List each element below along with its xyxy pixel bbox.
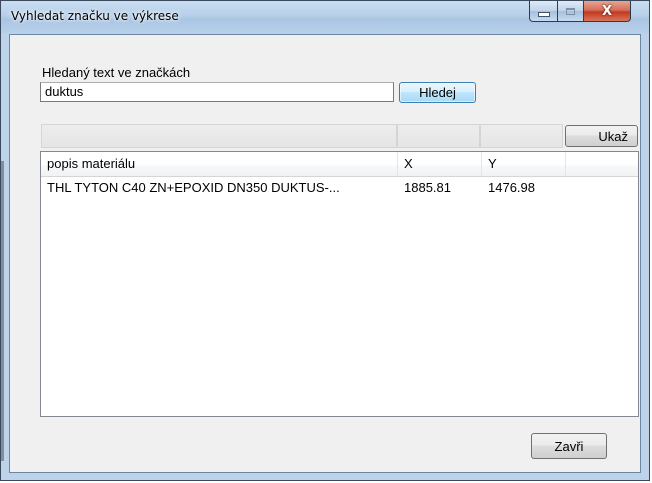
close-icon: X (601, 3, 613, 19)
column-header-filler (566, 152, 638, 176)
column-header-x[interactable]: X (398, 152, 482, 176)
search-label: Hledaný text ve značkách (42, 65, 191, 80)
results-header: popis materiálu X Y (41, 152, 638, 177)
row-description: THL TYTON C40 ZN+EPOXID DN350 DUKTUS-... (47, 180, 340, 195)
window-title: Vyhledat značku ve výkrese (11, 9, 179, 23)
show-button[interactable]: Ukaž (565, 125, 638, 147)
minimize-icon (537, 11, 550, 17)
column-header-description[interactable]: popis materiálu (41, 152, 398, 176)
filter-cell-description[interactable] (41, 124, 397, 148)
column-filter-row (41, 124, 563, 148)
minimize-button[interactable] (529, 1, 558, 22)
filter-cell-y[interactable] (480, 124, 563, 148)
row-x: 1885.81 (404, 180, 451, 195)
search-button[interactable]: Hledej (399, 82, 476, 103)
row-y: 1476.98 (488, 180, 535, 195)
filter-cell-x[interactable] (397, 124, 480, 148)
dialog-body: Hledaný text ve značkách duktus Hledej U… (9, 34, 641, 473)
close-window-button[interactable]: X (583, 1, 631, 22)
maximize-button (557, 1, 584, 22)
table-row[interactable]: THL TYTON C40 ZN+EPOXID DN350 DUKTUS-...… (41, 178, 566, 198)
search-marker-dialog: Vyhledat značku ve výkrese X Hledaný tex… (0, 0, 650, 481)
search-input[interactable]: duktus (40, 82, 394, 102)
maximize-icon (566, 7, 575, 15)
close-button[interactable]: Zavři (531, 433, 607, 459)
title-bar[interactable]: Vyhledat značku ve výkrese X (1, 1, 649, 34)
results-list[interactable]: popis materiálu X Y THL TYTON C40 ZN+EPO… (40, 151, 639, 417)
column-header-y[interactable]: Y (482, 152, 566, 176)
window-edge (1, 161, 4, 461)
